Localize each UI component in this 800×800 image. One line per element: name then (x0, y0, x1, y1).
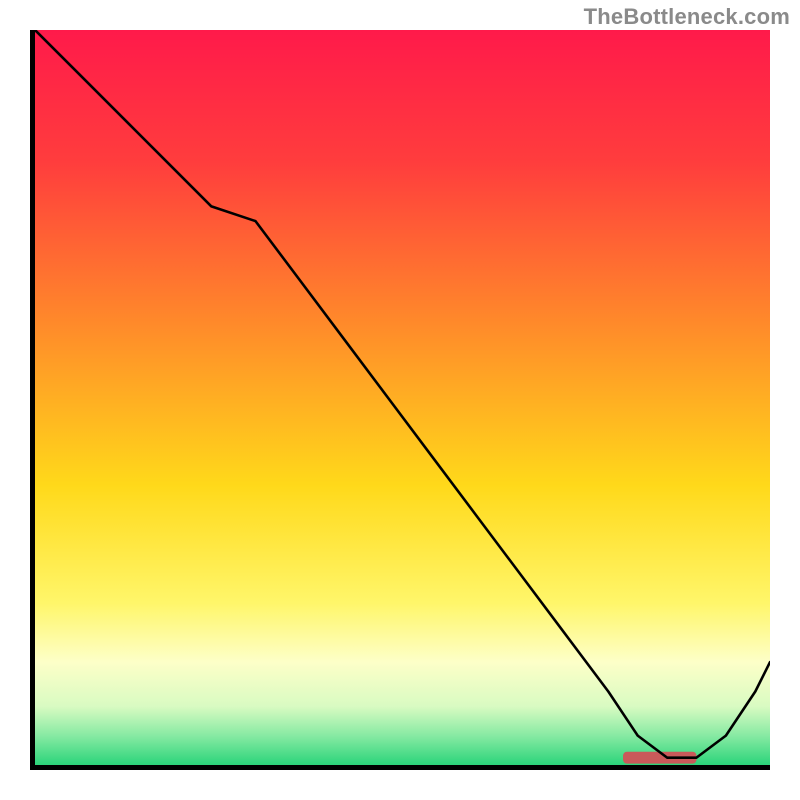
chart-frame: TheBottleneck.com (0, 0, 800, 800)
plot-area (30, 30, 770, 770)
chart-svg (35, 30, 770, 765)
watermark-text: TheBottleneck.com (584, 4, 790, 30)
